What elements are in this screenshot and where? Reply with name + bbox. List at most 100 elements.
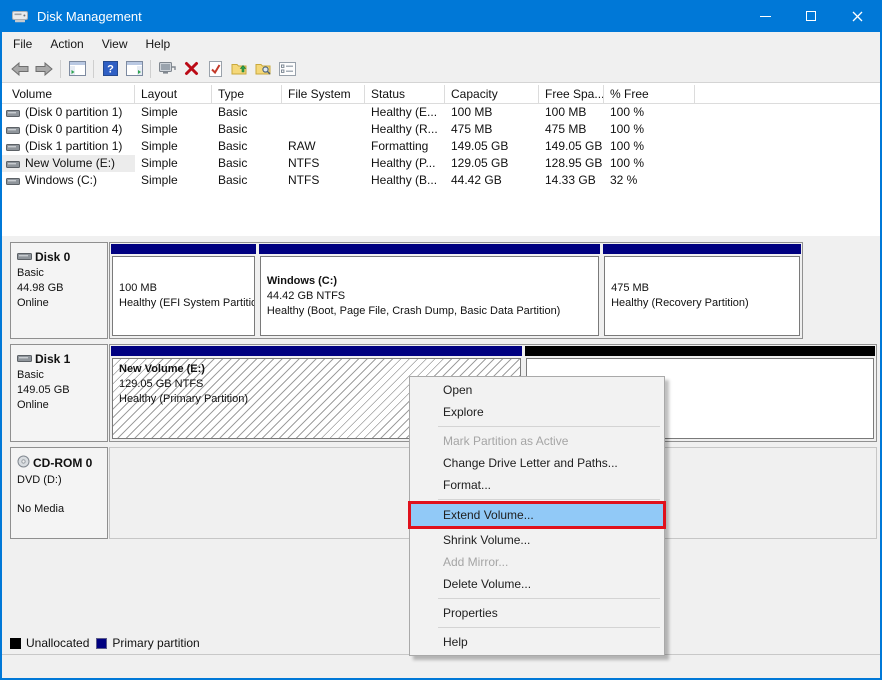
rescan-button[interactable] bbox=[155, 57, 179, 81]
cell-type: Basic bbox=[212, 138, 282, 155]
volume-name: (Disk 0 partition 1) bbox=[25, 104, 122, 121]
menu-item-open[interactable]: Open bbox=[410, 379, 664, 401]
table-row[interactable]: (Disk 0 partition 1) Simple Basic Health… bbox=[2, 104, 880, 121]
menu-item-explore[interactable]: Explore bbox=[410, 401, 664, 423]
minimize-icon bbox=[760, 16, 771, 17]
column-header-capacity[interactable]: Capacity bbox=[445, 85, 539, 103]
disk-kind: Basic bbox=[17, 267, 101, 279]
partition-name: New Volume (E:) bbox=[119, 362, 514, 377]
column-header-pct-free[interactable]: % Free bbox=[604, 85, 695, 103]
disk-icon bbox=[17, 250, 32, 264]
column-header-status[interactable]: Status bbox=[365, 85, 445, 103]
partition-status: Healthy (Recovery Partition) bbox=[611, 296, 793, 311]
menu-item-add-mirror: Add Mirror... bbox=[410, 551, 664, 573]
partition-name: Windows (C:) bbox=[267, 274, 592, 289]
menu-bar: File Action View Help bbox=[2, 32, 880, 55]
column-header-layout[interactable]: Layout bbox=[135, 85, 212, 103]
cell-status: Healthy (R... bbox=[365, 121, 445, 138]
help-icon: ? bbox=[103, 61, 118, 76]
properties-button[interactable] bbox=[275, 57, 299, 81]
cell-layout: Simple bbox=[135, 172, 212, 189]
cell-capacity: 149.05 GB bbox=[445, 138, 539, 155]
disk-name: Disk 1 bbox=[35, 352, 70, 366]
table-row-selected[interactable]: New Volume (E:) Simple Basic NTFS Health… bbox=[2, 155, 880, 172]
set-active-icon bbox=[208, 61, 223, 77]
cell-pct-free: 32 % bbox=[604, 172, 695, 189]
disk-size: 44.98 GB bbox=[17, 282, 101, 294]
volume-name: Windows (C:) bbox=[25, 172, 97, 189]
partition-efi[interactable]: 100 MB Healthy (EFI System Partition) bbox=[111, 244, 256, 337]
window-title: Disk Management bbox=[37, 9, 742, 24]
menu-item-change-drive-letter[interactable]: Change Drive Letter and Paths... bbox=[410, 452, 664, 474]
maximize-button[interactable] bbox=[788, 0, 834, 32]
context-menu: Open Explore Mark Partition as Active Ch… bbox=[409, 376, 665, 656]
cdrom0-label-panel[interactable]: CD-ROM 0 DVD (D:) No Media bbox=[10, 447, 108, 539]
cell-pct-free: 100 % bbox=[604, 121, 695, 138]
title-bar: Disk Management bbox=[2, 0, 880, 32]
primary-partition-legend-swatch bbox=[96, 638, 107, 649]
open-folder-button[interactable] bbox=[227, 57, 251, 81]
column-header-free-space[interactable]: Free Spa... bbox=[539, 85, 604, 103]
back-button[interactable] bbox=[8, 57, 32, 81]
cell-file-system: NTFS bbox=[282, 155, 365, 172]
cd-rom-icon bbox=[17, 455, 30, 471]
forward-button[interactable] bbox=[32, 57, 56, 81]
menu-file[interactable]: File bbox=[4, 34, 41, 54]
svg-text:?: ? bbox=[107, 64, 114, 76]
table-row[interactable]: (Disk 1 partition 1) Simple Basic RAW Fo… bbox=[2, 138, 880, 155]
menu-separator bbox=[438, 627, 660, 628]
menu-item-help[interactable]: Help bbox=[410, 631, 664, 653]
action-pane-button[interactable] bbox=[122, 57, 146, 81]
cell-file-system bbox=[282, 104, 365, 121]
menu-help[interactable]: Help bbox=[137, 34, 180, 54]
disk-size: 149.05 GB bbox=[17, 384, 101, 396]
partition-recovery[interactable]: 475 MB Healthy (Recovery Partition) bbox=[603, 244, 801, 337]
open-folder-icon bbox=[231, 61, 248, 76]
disk1-label-panel[interactable]: Disk 1 Basic 149.05 GB Online bbox=[10, 344, 108, 442]
explore-folder-button[interactable] bbox=[251, 57, 275, 81]
cell-free-space: 100 MB bbox=[539, 104, 604, 121]
close-button[interactable] bbox=[834, 0, 880, 32]
table-row[interactable]: (Disk 0 partition 4) Simple Basic Health… bbox=[2, 121, 880, 138]
volume-name: (Disk 1 partition 1) bbox=[25, 138, 122, 155]
set-active-button[interactable] bbox=[203, 57, 227, 81]
help-button[interactable]: ? bbox=[98, 57, 122, 81]
unallocated-bar bbox=[525, 346, 875, 356]
toolbar: ? bbox=[2, 55, 880, 83]
menu-item-shrink-volume[interactable]: Shrink Volume... bbox=[410, 529, 664, 551]
cell-type: Basic bbox=[212, 121, 282, 138]
menu-item-extend-volume[interactable]: Extend Volume... bbox=[410, 503, 664, 527]
disk0-partition-strip: 100 MB Healthy (EFI System Partition) Wi… bbox=[109, 242, 803, 339]
menu-separator bbox=[438, 598, 660, 599]
cell-pct-free: 100 % bbox=[604, 155, 695, 172]
column-header-type[interactable]: Type bbox=[212, 85, 282, 103]
minimize-button[interactable] bbox=[742, 0, 788, 32]
cell-free-space: 475 MB bbox=[539, 121, 604, 138]
menu-item-properties[interactable]: Properties bbox=[410, 602, 664, 624]
disk-state: Online bbox=[17, 297, 101, 309]
delete-button[interactable] bbox=[179, 57, 203, 81]
menu-item-delete-volume[interactable]: Delete Volume... bbox=[410, 573, 664, 595]
primary-partition-bar bbox=[603, 244, 801, 254]
toolbar-separator bbox=[93, 60, 94, 78]
cell-layout: Simple bbox=[135, 104, 212, 121]
cell-status: Healthy (B... bbox=[365, 172, 445, 189]
volume-icon bbox=[6, 176, 20, 186]
console-tree-button[interactable] bbox=[65, 57, 89, 81]
disk-state: Online bbox=[17, 399, 101, 411]
cell-free-space: 14.33 GB bbox=[539, 172, 604, 189]
menu-view[interactable]: View bbox=[93, 34, 137, 54]
cell-file-system: NTFS bbox=[282, 172, 365, 189]
column-header-volume[interactable]: Volume bbox=[2, 85, 135, 103]
disk0-label-panel[interactable]: Disk 0 Basic 44.98 GB Online bbox=[10, 242, 108, 339]
column-header-file-system[interactable]: File System bbox=[282, 85, 365, 103]
menu-action[interactable]: Action bbox=[41, 34, 92, 54]
menu-item-format[interactable]: Format... bbox=[410, 474, 664, 496]
partition-windows-c[interactable]: Windows (C:) 44.42 GB NTFS Healthy (Boot… bbox=[259, 244, 600, 337]
legend-label-primary-partition: Primary partition bbox=[112, 636, 199, 650]
console-tree-icon bbox=[69, 61, 86, 76]
table-row[interactable]: Windows (C:) Simple Basic NTFS Healthy (… bbox=[2, 172, 880, 189]
cell-file-system bbox=[282, 121, 365, 138]
cell-status: Healthy (E... bbox=[365, 104, 445, 121]
cell-file-system: RAW bbox=[282, 138, 365, 155]
